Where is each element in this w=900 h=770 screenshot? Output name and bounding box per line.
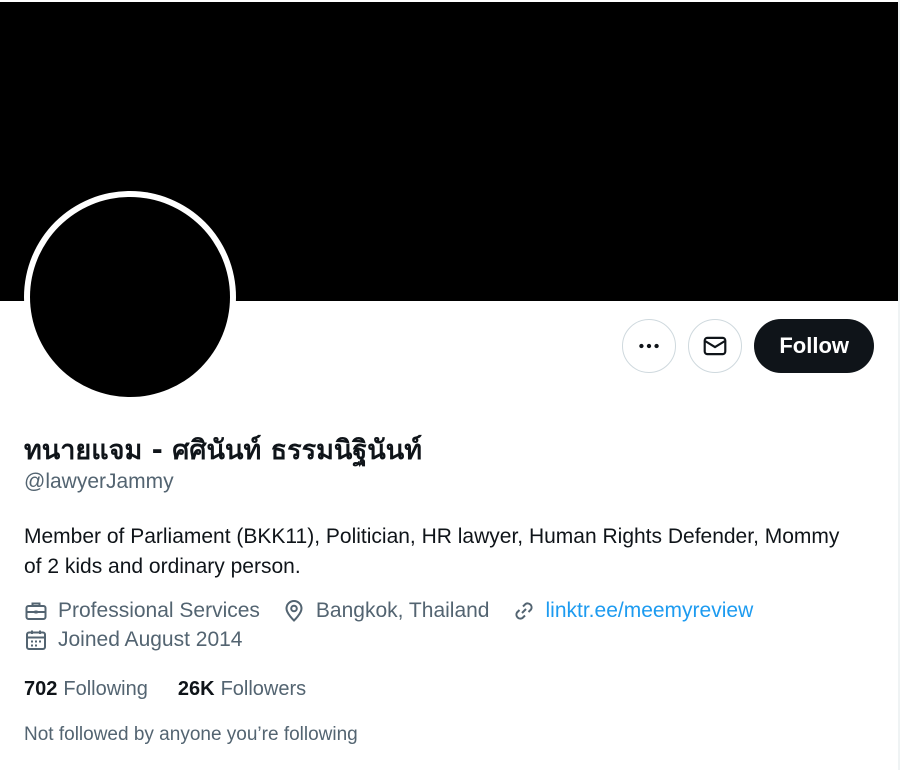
user-handle: @lawyerJammy (24, 470, 174, 493)
followers-label: Followers (220, 678, 307, 700)
profile-bio: Member of Parliament (BKK11), Politician… (24, 525, 840, 578)
avatar[interactable] (30, 197, 230, 397)
profile-meta-row: Professional Services Bangkok, Thailand … (24, 599, 775, 623)
profile-actions: Follow (622, 319, 874, 373)
website-item[interactable]: linktr.ee/meemyreview (512, 599, 754, 623)
calendar-icon (26, 630, 46, 650)
followers-count: 26K (177, 678, 215, 700)
joined-label: Joined August 2014 (58, 628, 243, 651)
briefcase-icon (25, 602, 47, 620)
follow-button[interactable]: Follow (754, 319, 874, 373)
following-label: Following (63, 678, 148, 700)
profile-meta-row-joined: Joined August 2014 (24, 628, 265, 652)
location-item: Bangkok, Thailand (282, 599, 490, 623)
display-name: ทนายแจม - ศศินันท์ ธรรมนิฐินันท์ (24, 435, 422, 466)
message-button[interactable] (688, 319, 743, 373)
category-item: Professional Services (24, 599, 260, 623)
followers-link[interactable]: 26K Followers (178, 678, 306, 701)
social-context-text: Not followed by anyone you’re following (24, 724, 358, 745)
category-label: Professional Services (58, 599, 260, 622)
following-link[interactable]: 702 Following (24, 678, 148, 701)
link-icon (514, 602, 533, 620)
following-count: 702 (24, 678, 58, 700)
more-icon (639, 343, 660, 349)
avatar-ring (24, 191, 236, 403)
profile-stats: 702 Following 26K Followers (24, 678, 336, 701)
location-label: Bangkok, Thailand (315, 599, 490, 622)
website-link[interactable]: linktr.ee/meemyreview (546, 599, 754, 623)
joined-item: Joined August 2014 (24, 628, 243, 652)
envelope-icon (703, 336, 727, 356)
more-button[interactable] (622, 319, 677, 373)
location-pin-icon (285, 600, 303, 622)
